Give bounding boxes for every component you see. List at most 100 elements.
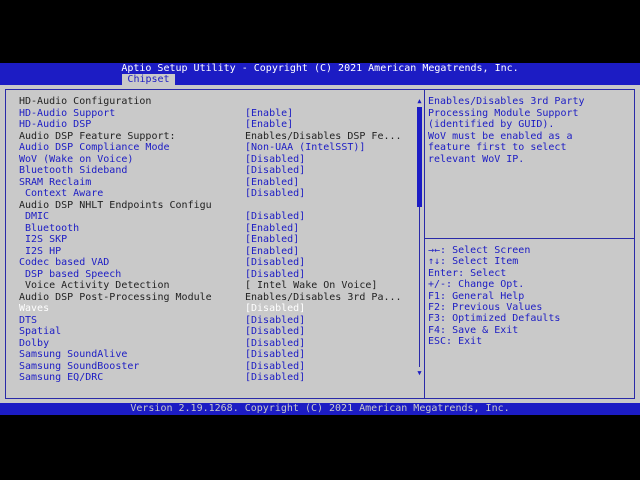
setting-label: Spatial [19,326,62,337]
scroll-track-line [419,207,420,367]
setting-row-waves-selected[interactable]: Waves [Disabled] [0,303,416,314]
key-select-screen: →←: Select Screen [428,245,531,256]
setting-row-i2s-skp[interactable]: I2S SKP [Enabled] [0,234,416,245]
setting-row-sram-reclaim[interactable]: SRAM Reclaim [Enabled] [0,177,416,188]
key-enter: Enter: Select [428,267,507,279]
setting-row-dsp-compliance-mode[interactable]: Audio DSP Compliance Mode [Non-UAA (Inte… [0,142,416,153]
setting-row-dts[interactable]: DTS [Disabled] [0,315,416,326]
setting-label: Bluetooth [25,222,80,234]
info-label: Audio DSP NHLT Endpoints Configu [19,199,212,211]
setting-label: Dolby [19,337,50,349]
setting-value[interactable]: [Disabled] [245,349,413,360]
setting-label: Samsung EQ/DRC [19,372,104,383]
setting-value[interactable]: [Disabled] [245,315,413,326]
key-esc: ESC: Exit [428,336,483,348]
key-select-item: ↑↓: Select Item [428,256,519,268]
key-f2: F2: Previous Values [428,302,543,313]
setting-value[interactable]: [Disabled] [245,188,413,199]
version-footer: Version 2.19.1268. Copyright (C) 2021 Am… [0,403,640,415]
help-text-line: Enables/Disables 3rd Party [428,96,585,107]
setting-row-context-aware[interactable]: Context Aware [Disabled] [0,188,416,199]
setting-row-dmic[interactable]: DMIC [Disabled] [0,211,416,222]
key-f4: F4: Save & Exit [428,324,519,336]
info-row-post-processing: Audio DSP Post-Processing Module Enables… [0,292,416,303]
setting-label: WoV (Wake on Voice) [19,153,134,165]
setting-row-hd-audio-support[interactable]: HD-Audio Support [Enable] [0,108,416,119]
setting-label: Codec based VAD [19,257,110,268]
setting-label: DSP based Speech [25,268,122,280]
info-value: Enables/Disables 3rd Pa... [245,291,402,303]
setting-row-hd-audio-dsp[interactable]: HD-Audio DSP [Enable] [0,119,416,130]
help-text-line: relevant WoV IP. [428,153,525,165]
setting-label: SRAM Reclaim [19,176,92,188]
setting-label: DMIC [25,211,50,222]
setting-value[interactable]: [Enable] [245,119,413,130]
key-f3: F3: Optimized Defaults [428,313,561,325]
setting-value[interactable]: [Non-UAA (IntelSST)] [245,142,413,153]
setting-label: HD-Audio DSP [19,119,92,130]
info-label: Voice Activity Detection [25,280,170,291]
key-change-opt: +/-: Change Opt. [428,279,525,291]
setting-label: I2S SKP [25,234,68,245]
setting-row-soundbooster[interactable]: Samsung SoundBooster [Disabled] [0,361,416,372]
info-value: Enables/Disables DSP Fe... [245,130,402,142]
setting-label: I2S HP [25,245,62,257]
tab-chipset[interactable]: Chipset [122,74,175,85]
setting-value[interactable]: [Disabled] [245,372,413,383]
setting-row-bluetooth[interactable]: Bluetooth [Enabled] [0,223,416,234]
setting-row-eq-drc[interactable]: Samsung EQ/DRC [Disabled] [0,372,416,383]
setting-label: Samsung SoundAlive [19,349,128,360]
info-label: Audio DSP Feature Support: [19,130,176,142]
setting-value[interactable]: [Disabled] [245,269,413,280]
frame-top [5,89,635,90]
setting-row-i2s-hp[interactable]: I2S HP [Enabled] [0,246,416,257]
setting-label: DTS [19,314,38,326]
info-row-voice-activity: Voice Activity Detection [ Intel Wake On… [0,280,416,291]
info-row-dsp-feature-support: Audio DSP Feature Support: Enables/Disab… [0,131,416,142]
setup-panel: HD-Audio Configuration HD-Audio Support … [0,85,640,403]
setting-label: HD-Audio Support [19,107,116,119]
setting-row-spatial[interactable]: Spatial [Disabled] [0,326,416,337]
scroll-down-icon[interactable]: ▼ [416,369,423,377]
help-text-line: (identified by GUID). [428,119,555,130]
title-bar: Aptio Setup Utility - Copyright (C) 2021… [0,63,640,85]
section-title-row: HD-Audio Configuration [0,96,416,107]
setting-value[interactable]: [Enabled] [245,234,413,245]
setting-value[interactable]: [Disabled] [245,361,413,372]
setting-row-dsp-speech[interactable]: DSP based Speech [Disabled] [0,269,416,280]
setting-value[interactable]: [Disabled] [245,303,413,314]
frame-right [634,89,635,399]
help-text-line: WoV must be enabled as a [428,130,573,142]
key-f1: F1: General Help [428,290,525,302]
help-text-line: feature first to select [428,142,567,153]
setting-label: Context Aware [25,188,104,199]
setting-value[interactable]: [Disabled] [245,338,413,349]
setting-row-dolby[interactable]: Dolby [Disabled] [0,338,416,349]
app-title: Aptio Setup Utility - Copyright (C) 2021… [121,63,519,74]
setting-value[interactable]: [Enabled] [245,177,413,188]
setting-row-wov[interactable]: WoV (Wake on Voice) [Disabled] [0,154,416,165]
setting-row-bluetooth-sideband[interactable]: Bluetooth Sideband [Disabled] [0,165,416,176]
setting-label: Samsung SoundBooster [19,360,140,372]
setting-value[interactable]: [Enable] [245,108,413,119]
setting-value[interactable]: [Disabled] [245,211,413,222]
scroll-thumb[interactable] [417,107,422,207]
help-text-line: Processing Module Support [428,107,579,119]
setting-value[interactable]: [Disabled] [245,154,413,165]
info-value: [ Intel Wake On Voice] [245,280,378,291]
setting-label: Bluetooth Sideband [19,165,128,176]
setting-value[interactable]: [Disabled] [245,326,413,337]
section-title: HD-Audio Configuration [19,96,152,107]
setting-value[interactable]: [Disabled] [245,257,413,268]
frame-divider [424,89,425,399]
setting-value[interactable]: [Disabled] [245,165,413,176]
info-row-nhlt-endpoints: Audio DSP NHLT Endpoints Configu [0,200,416,211]
scrollbar[interactable]: ▲ ▼ [416,97,423,377]
setting-row-soundalive[interactable]: Samsung SoundAlive [Disabled] [0,349,416,360]
setting-value[interactable]: [Enabled] [245,223,413,234]
setting-value[interactable]: [Enabled] [245,246,413,257]
scroll-up-icon[interactable]: ▲ [416,97,423,105]
setting-label: Waves [19,303,50,314]
setting-row-codec-vad[interactable]: Codec based VAD [Disabled] [0,257,416,268]
frame-bottom [5,398,635,399]
